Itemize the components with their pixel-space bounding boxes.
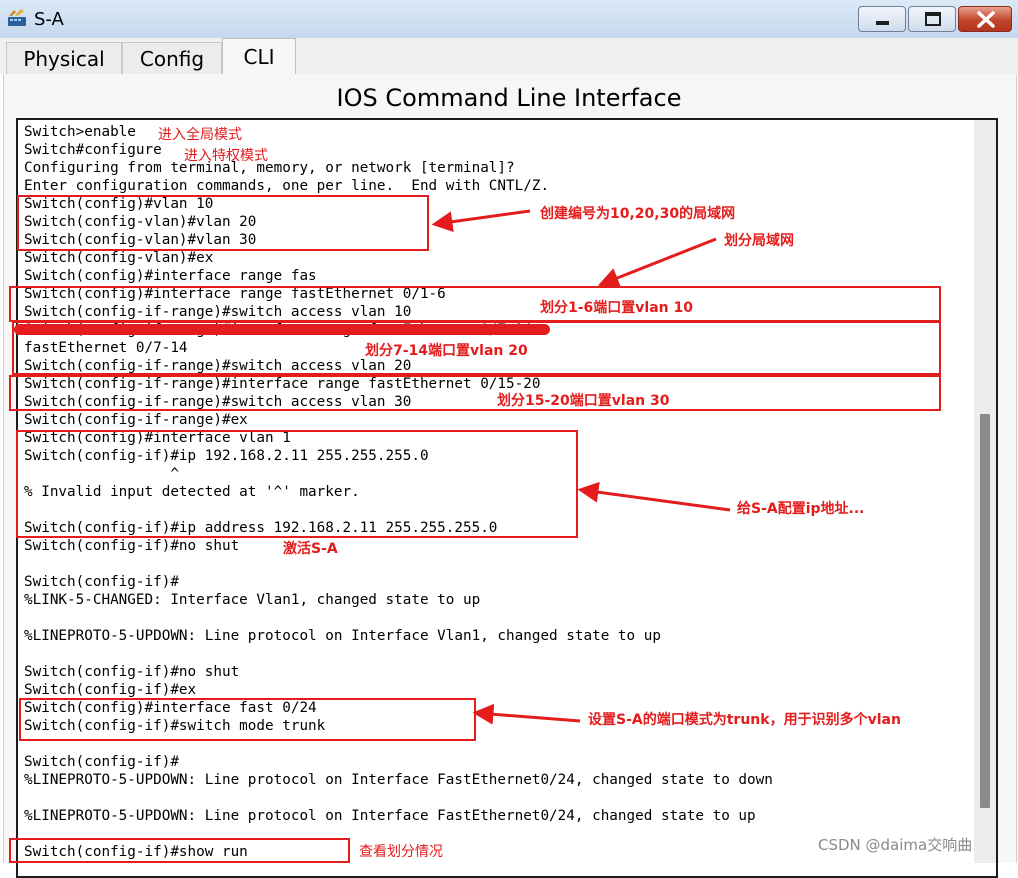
title-bar: S-A: [0, 0, 1018, 39]
annotation-box-trunk: [19, 698, 476, 741]
tab-bar: Physical Config CLI: [0, 38, 1018, 74]
maximize-icon: [925, 12, 941, 26]
terminal-line: Switch(config-if)#no shut: [24, 664, 240, 680]
tab-cli[interactable]: CLI: [222, 38, 296, 74]
terminal-line: %LINEPROTO-5-UPDOWN: Line protocol on In…: [24, 772, 773, 788]
terminal-line: Switch(config)#interface range fas: [24, 268, 317, 284]
terminal-line: %LINEPROTO-5-UPDOWN: Line protocol on In…: [24, 808, 756, 824]
watermark: CSDN @daima交响曲: [818, 836, 973, 854]
note-show-division: 查看划分情况: [359, 844, 443, 860]
tab-config[interactable]: Config: [122, 42, 222, 74]
annotation-box-ports-1-6: [9, 286, 941, 322]
page-title: IOS Command Line Interface: [336, 84, 682, 112]
note-ports-15-20: 划分15-20端口置vlan 30: [497, 393, 670, 409]
maximize-button[interactable]: [908, 6, 956, 32]
terminal-line: Switch(config-if)#: [24, 574, 179, 590]
annotation-box-ports-15-20: [9, 375, 941, 411]
terminal-line: Switch(config-if-range)#ex: [24, 412, 248, 428]
annotation-box-ip-config: [16, 430, 578, 538]
terminal-line: Switch(config-if)#: [24, 754, 179, 770]
note-privileged-mode: 进入特权模式: [184, 148, 268, 164]
terminal-line: Configuring from terminal, memory, or ne…: [24, 160, 515, 176]
note-ports-7-14: 划分7-14端口置vlan 20: [365, 343, 528, 359]
terminal-line: Switch#configure: [24, 142, 162, 158]
scrollbar-thumb[interactable]: [980, 414, 990, 808]
terminal-line: Switch(config-vlan)#ex: [24, 250, 214, 266]
minimize-button[interactable]: [858, 6, 906, 32]
window-title: S-A: [34, 9, 64, 30]
minimize-icon: [876, 21, 889, 25]
note-config-ip: 给S-A配置ip地址...: [737, 501, 865, 517]
close-icon: [977, 11, 995, 28]
terminal-scrollbar[interactable]: [974, 120, 996, 863]
annotation-box-show-run: [9, 838, 350, 863]
close-button[interactable]: [958, 6, 1012, 32]
note-global-mode: 进入全局模式: [158, 127, 242, 143]
annotation-box-vlans: [17, 195, 429, 251]
note-create-vlans: 创建编号为10,20,30的局域网: [540, 206, 736, 222]
packet-tracer-switch-icon: [8, 9, 26, 26]
tab-physical[interactable]: Physical: [6, 42, 122, 74]
terminal-line: %LINEPROTO-5-UPDOWN: Line protocol on In…: [24, 628, 661, 644]
terminal-line: %LINK-5-CHANGED: Interface Vlan1, change…: [24, 592, 481, 608]
terminal-line: Switch>enable: [24, 124, 136, 140]
terminal-line: Switch(config-if)#ex: [24, 682, 197, 698]
note-ports-1-6: 划分1-6端口置vlan 10: [540, 300, 693, 316]
terminal-line: Switch(config-if)#no shut: [24, 538, 240, 554]
note-trunk-mode: 设置S-A的端口模式为trunk，用于识别多个vlan: [588, 712, 901, 728]
note-activate: 激活S-A: [283, 541, 338, 557]
terminal-line: Enter configuration commands, one per li…: [24, 178, 550, 194]
note-divide-lans: 划分局域网: [724, 233, 794, 249]
